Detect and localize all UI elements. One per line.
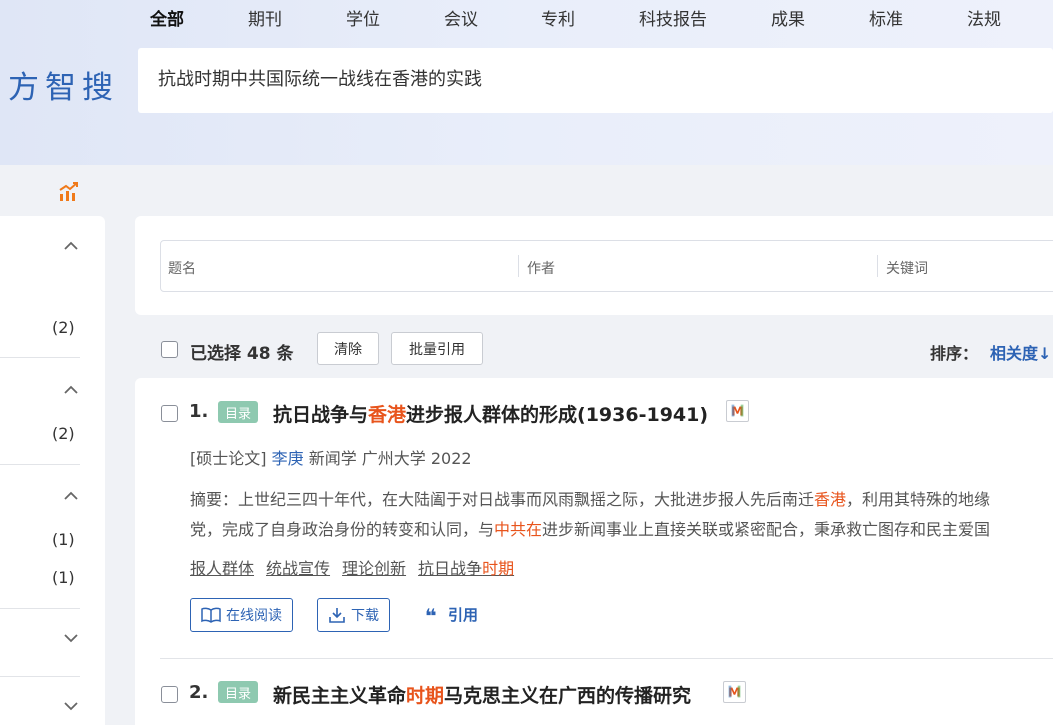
text-segment: 进步新闻事业上直接关联或紧密配合，秉承救亡图存和民主爱国 <box>542 520 991 539</box>
keyword-link[interactable]: 统战宣传 <box>266 559 330 578</box>
chevron-down-icon[interactable] <box>63 698 79 714</box>
clear-button[interactable]: 清除 <box>317 332 379 365</box>
meta-info: 新闻学 广州大学 2022 <box>308 449 472 468</box>
text-segment: 报人群体 <box>190 559 255 578</box>
catalog-tag: 目录 <box>218 401 259 423</box>
book-icon <box>201 607 221 623</box>
highlight-term: 中共在 <box>494 520 543 539</box>
facet-divider <box>0 608 80 609</box>
doc-type: [硕士论文] <box>190 449 267 468</box>
facet-divider <box>0 464 80 465</box>
nav-tab[interactable]: 全部 <box>150 5 184 30</box>
cite-button[interactable]: ❝ 引用 <box>425 604 478 628</box>
keyword-list: 报人群体 统战宣传 理论创新 抗日战争时期 <box>190 555 526 579</box>
facet-count: (2) <box>52 424 75 443</box>
online-read-button[interactable]: 在线阅读 <box>190 598 293 632</box>
nav-tab[interactable]: 会议 <box>444 5 478 30</box>
nav-tab[interactable]: 学位 <box>346 5 380 30</box>
result-list <box>135 378 1053 725</box>
keyword-link[interactable]: 理论创新 <box>342 559 406 578</box>
advanced-filter-panel: 题名 作者 关键词 <box>135 216 1053 315</box>
chevron-up-icon[interactable] <box>63 488 79 504</box>
text-segment: 马克思主义在广西的传播研究 <box>444 685 692 707</box>
filter-field-keyword[interactable]: 关键词 <box>886 258 928 278</box>
batch-cite-button[interactable]: 批量引用 <box>391 332 483 365</box>
result-checkbox[interactable] <box>161 405 178 422</box>
result-title[interactable]: 抗日战争与香港进步报人群体的形成(1936-1941) <box>273 400 708 427</box>
filter-row: 题名 作者 关键词 <box>160 240 1053 292</box>
keyword-link[interactable]: 报人群体 <box>190 559 254 578</box>
facet-sidebar <box>0 216 105 725</box>
author-link[interactable]: 李庚 <box>272 449 304 468</box>
result-meta: [硕士论文] 李庚 新闻学 广州大学 2022 <box>190 445 472 469</box>
text-segment: 摘要：上世纪三四十年代，在大陆阖于对日战事而风雨飘摇之际，大批进步报人先后南迁 <box>190 490 815 509</box>
highlight-term: 时期 <box>406 685 445 707</box>
result-checkbox[interactable] <box>161 686 178 703</box>
highlight-term: 时期 <box>482 559 515 578</box>
logo: 方智搜 <box>8 70 119 106</box>
nav-tab[interactable]: 科技报告 <box>639 5 707 30</box>
sort-relevance-button[interactable]: 相关度↓ <box>990 340 1051 364</box>
result-number: 2. <box>189 682 209 703</box>
chevron-up-icon[interactable] <box>63 238 79 254</box>
nav-tab[interactable]: 专利 <box>541 5 575 30</box>
text-segment: 理论创新 <box>342 559 407 578</box>
chevron-up-icon[interactable] <box>63 382 79 398</box>
analysis-chart-icon[interactable] <box>58 181 80 203</box>
result-title[interactable]: 新民主主义革命时期马克思主义在广西的传播研究 <box>273 681 691 708</box>
search-box[interactable] <box>138 48 1053 113</box>
text-segment: 新民主主义革命 <box>273 685 407 707</box>
highlight-term: 香港 <box>814 490 847 509</box>
result-divider <box>160 658 1053 659</box>
text-segment: ，利用其特殊的地缘 <box>846 490 991 509</box>
filter-separator <box>518 255 519 277</box>
text-segment: 抗日战争与 <box>273 404 369 426</box>
highlight-term: 香港 <box>368 404 407 426</box>
abstract-line: 党，完成了自身政治身份的转变和认同，与中共在进步新闻事业上直接关联或紧密配合，秉… <box>190 516 1053 540</box>
download-label: 下载 <box>351 608 379 624</box>
sort-label: 排序： <box>930 344 979 363</box>
nav-tab[interactable]: 标准 <box>869 5 903 30</box>
keyword-link[interactable]: 抗日战争时期 <box>418 559 514 578</box>
nav-tab[interactable]: 成果 <box>771 5 805 30</box>
chevron-down-icon[interactable] <box>63 630 79 646</box>
quote-icon: ❝ <box>425 604 437 628</box>
abstract-line: 摘要：上世纪三四十年代，在大陆阖于对日战事而风雨飘摇之际，大批进步报人先后南迁香… <box>190 486 1053 510</box>
select-all-checkbox[interactable] <box>161 341 178 358</box>
filter-field-author[interactable]: 作者 <box>527 258 555 278</box>
catalog-tag: 目录 <box>218 681 259 703</box>
text-segment: 抗日战争 <box>418 559 483 578</box>
text-segment: 党，完成了自身政治身份的转变和认同，与 <box>190 520 495 539</box>
selected-count: 已选择 48 条 <box>190 344 294 364</box>
text-segment: 统战宣传 <box>266 559 331 578</box>
filter-field-title[interactable]: 题名 <box>168 258 196 278</box>
nav-tab[interactable]: 期刊 <box>248 5 282 30</box>
facet-divider <box>0 357 80 358</box>
facet-count: (2) <box>52 318 75 337</box>
category-nav: 全部 期刊 学位 会议 专利 科技报告 成果 标准 法规 <box>0 0 1053 32</box>
text-segment: 进步报人群体的形成(1936-1941) <box>406 404 709 426</box>
cite-label: 引用 <box>447 606 478 624</box>
facet-divider <box>0 676 80 677</box>
result-number: 1. <box>189 401 209 422</box>
filter-separator <box>877 255 878 277</box>
online-read-label: 在线阅读 <box>226 608 282 624</box>
search-input[interactable] <box>158 67 1038 88</box>
m-badge-icon[interactable]: M <box>723 681 746 703</box>
download-icon <box>329 608 345 623</box>
facet-count: (1) <box>52 530 75 549</box>
facet-count: (1) <box>52 568 75 587</box>
m-badge-icon[interactable]: M <box>726 400 749 422</box>
download-button[interactable]: 下载 <box>317 598 390 632</box>
nav-tab[interactable]: 法规 <box>967 5 1001 30</box>
